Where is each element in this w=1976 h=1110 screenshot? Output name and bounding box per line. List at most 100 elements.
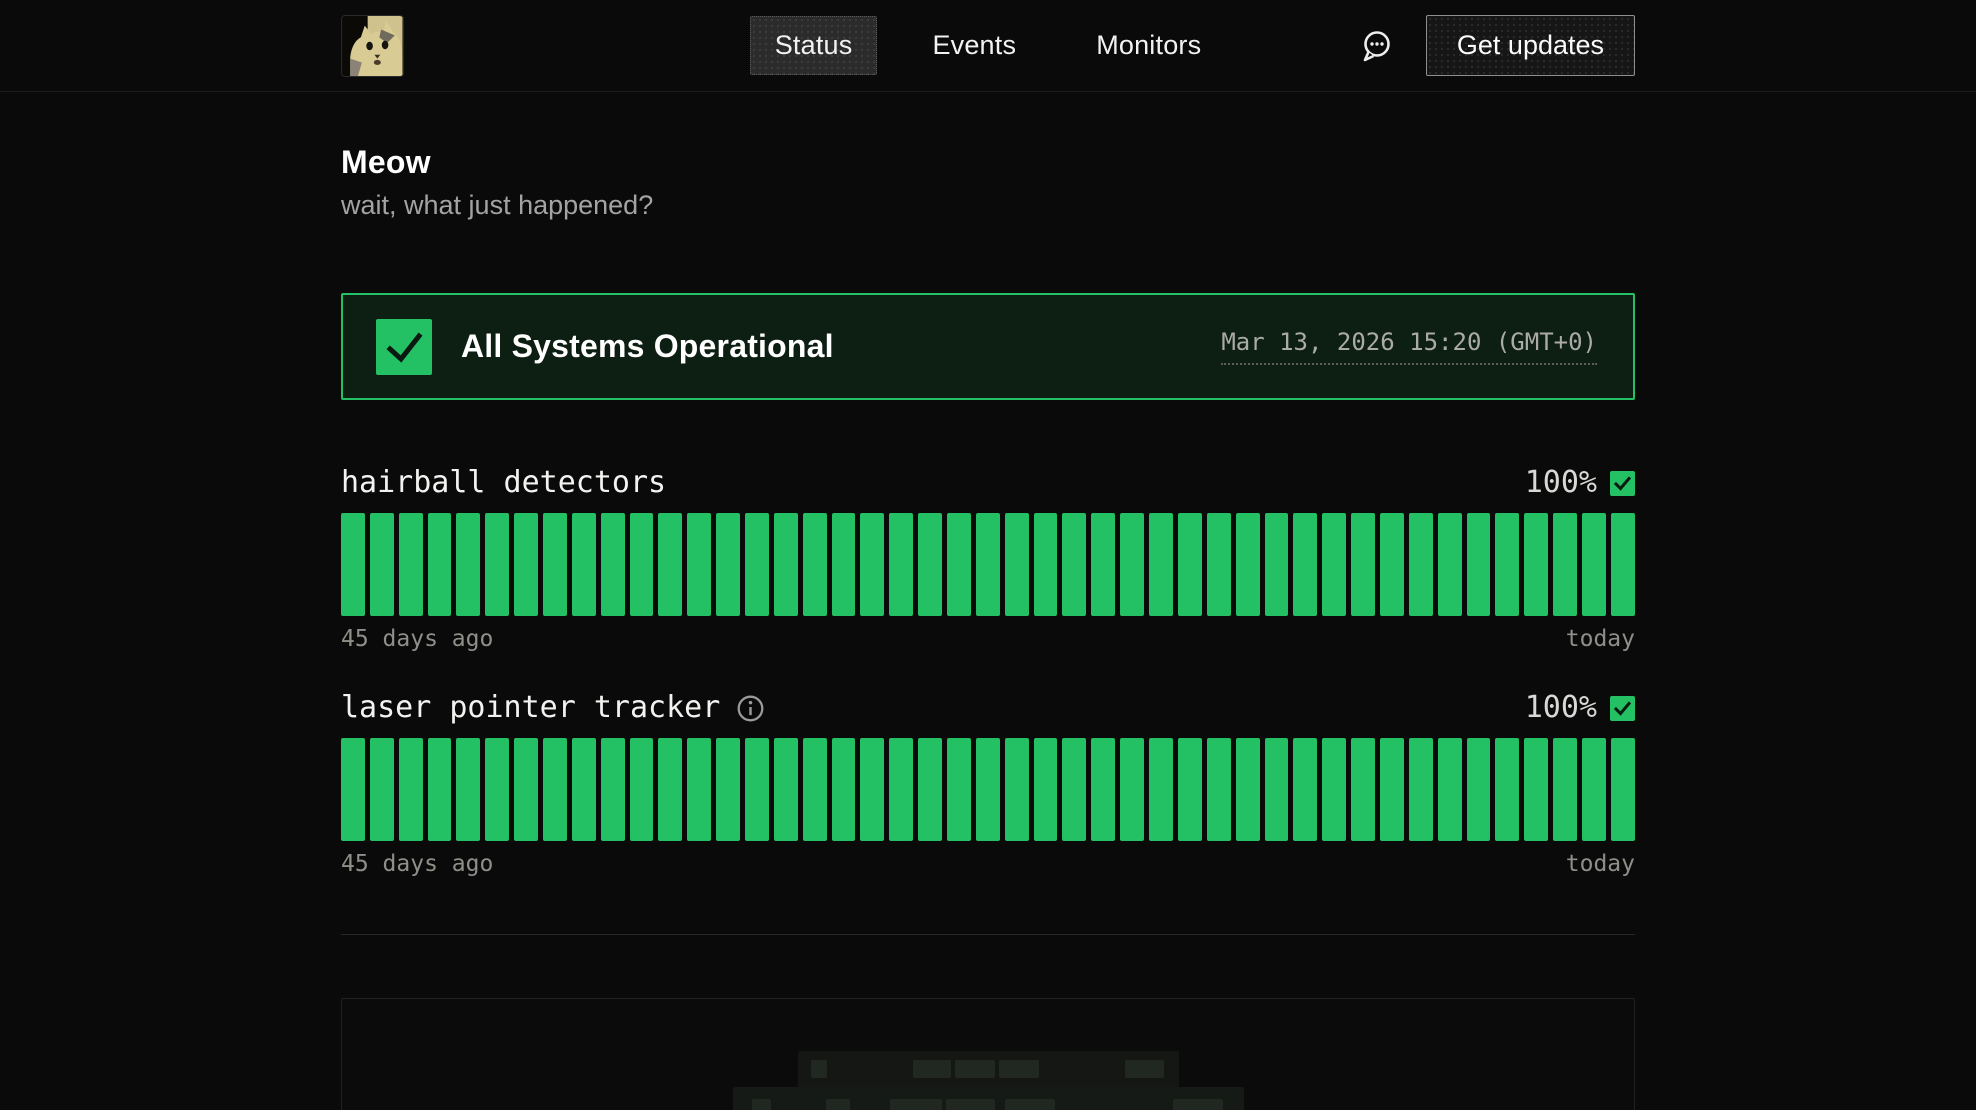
uptime-bar[interactable] (976, 513, 1000, 616)
uptime-bar[interactable] (860, 513, 884, 616)
get-updates-button[interactable]: Get updates (1426, 15, 1635, 76)
uptime-bar[interactable] (370, 513, 394, 616)
uptime-bar[interactable] (1236, 513, 1260, 616)
uptime-bar[interactable] (1265, 513, 1289, 616)
uptime-bar[interactable] (1582, 513, 1606, 616)
uptime-bar[interactable] (456, 738, 480, 841)
uptime-bar[interactable] (889, 513, 913, 616)
uptime-bar[interactable] (1120, 738, 1144, 841)
uptime-bar[interactable] (918, 513, 942, 616)
uptime-bar[interactable] (1293, 513, 1317, 616)
uptime-bar[interactable] (514, 738, 538, 841)
uptime-bar[interactable] (456, 513, 480, 616)
nav-tab-monitors[interactable]: Monitors (1071, 16, 1226, 75)
uptime-bar[interactable] (341, 738, 365, 841)
uptime-bar[interactable] (630, 513, 654, 616)
uptime-bar[interactable] (1351, 738, 1375, 841)
uptime-bar[interactable] (1091, 513, 1115, 616)
uptime-bar[interactable] (1120, 513, 1144, 616)
uptime-bar[interactable] (716, 738, 740, 841)
uptime-bar[interactable] (774, 738, 798, 841)
uptime-bar[interactable] (1236, 738, 1260, 841)
uptime-bar[interactable] (1062, 738, 1086, 841)
uptime-bar[interactable] (1005, 513, 1029, 616)
uptime-bar[interactable] (601, 738, 625, 841)
uptime-bar[interactable] (1409, 513, 1433, 616)
uptime-bar[interactable] (1438, 513, 1462, 616)
uptime-bar[interactable] (860, 738, 884, 841)
uptime-bar[interactable] (1553, 738, 1577, 841)
uptime-bar[interactable] (1582, 738, 1606, 841)
uptime-bar[interactable] (1149, 513, 1173, 616)
uptime-bar[interactable] (1062, 513, 1086, 616)
uptime-bar[interactable] (428, 738, 452, 841)
uptime-bar[interactable] (370, 738, 394, 841)
uptime-bar[interactable] (399, 738, 423, 841)
uptime-bar[interactable] (1611, 513, 1635, 616)
uptime-bar[interactable] (745, 738, 769, 841)
uptime-bar-chart (341, 513, 1635, 616)
uptime-bar[interactable] (1293, 738, 1317, 841)
uptime-bar[interactable] (832, 738, 856, 841)
uptime-bar[interactable] (1524, 738, 1548, 841)
uptime-bar[interactable] (1322, 738, 1346, 841)
uptime-bar[interactable] (1091, 738, 1115, 841)
uptime-bar[interactable] (543, 513, 567, 616)
uptime-bar[interactable] (399, 513, 423, 616)
uptime-bar[interactable] (485, 738, 509, 841)
uptime-bar[interactable] (658, 738, 682, 841)
uptime-bar[interactable] (572, 513, 596, 616)
uptime-bar[interactable] (1178, 738, 1202, 841)
uptime-bar[interactable] (918, 738, 942, 841)
uptime-bar[interactable] (428, 513, 452, 616)
uptime-bar[interactable] (976, 738, 1000, 841)
uptime-bar[interactable] (1149, 738, 1173, 841)
uptime-bar[interactable] (1495, 738, 1519, 841)
uptime-bar[interactable] (1207, 513, 1231, 616)
uptime-bar[interactable] (889, 738, 913, 841)
uptime-bar[interactable] (514, 513, 538, 616)
uptime-bar[interactable] (687, 738, 711, 841)
uptime-bar[interactable] (1005, 738, 1029, 841)
uptime-bar[interactable] (1467, 738, 1491, 841)
uptime-bar[interactable] (485, 513, 509, 616)
uptime-bar[interactable] (1611, 738, 1635, 841)
uptime-bar[interactable] (341, 513, 365, 616)
uptime-bar[interactable] (572, 738, 596, 841)
nav-tab-events[interactable]: Events (907, 16, 1041, 75)
uptime-bar[interactable] (1265, 738, 1289, 841)
uptime-bar[interactable] (687, 513, 711, 616)
uptime-bar[interactable] (1034, 513, 1058, 616)
uptime-bar[interactable] (658, 513, 682, 616)
uptime-bar[interactable] (832, 513, 856, 616)
uptime-bar[interactable] (745, 513, 769, 616)
uptime-bar[interactable] (774, 513, 798, 616)
uptime-bar[interactable] (1495, 513, 1519, 616)
uptime-bar[interactable] (1524, 513, 1548, 616)
uptime-bar[interactable] (1034, 738, 1058, 841)
uptime-bar[interactable] (1467, 513, 1491, 616)
uptime-bar[interactable] (1438, 738, 1462, 841)
uptime-bar[interactable] (1207, 738, 1231, 841)
info-icon[interactable] (736, 694, 765, 723)
chat-bubble-icon[interactable] (1358, 28, 1394, 64)
site-logo-cat[interactable] (341, 15, 404, 77)
status-timestamp[interactable]: Mar 13, 2026 15:20 (GMT+0) (1221, 328, 1597, 365)
uptime-bar[interactable] (630, 738, 654, 841)
uptime-bar[interactable] (1351, 513, 1375, 616)
uptime-bar[interactable] (947, 513, 971, 616)
uptime-bar[interactable] (1178, 513, 1202, 616)
uptime-bar[interactable] (543, 738, 567, 841)
uptime-bar[interactable] (1409, 738, 1433, 841)
uptime-bar[interactable] (1553, 513, 1577, 616)
uptime-bar[interactable] (803, 738, 827, 841)
nav-tab-status[interactable]: Status (750, 16, 878, 75)
uptime-bar[interactable] (803, 513, 827, 616)
uptime-bar[interactable] (1380, 738, 1404, 841)
uptime-bar[interactable] (1322, 513, 1346, 616)
uptime-bar[interactable] (601, 513, 625, 616)
uptime-bar[interactable] (947, 738, 971, 841)
uptime-bar[interactable] (716, 513, 740, 616)
uptime-bar[interactable] (1380, 513, 1404, 616)
monitor-name: laser pointer tracker (341, 691, 720, 725)
